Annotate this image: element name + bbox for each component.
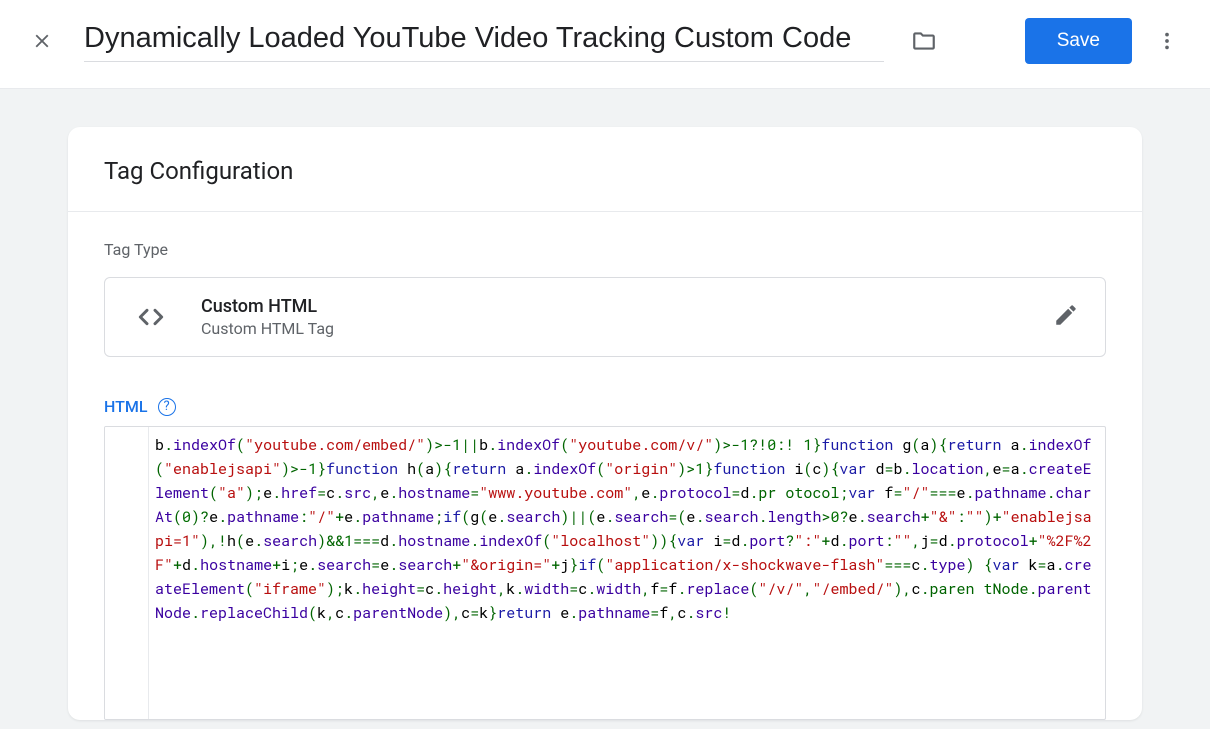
save-button[interactable]: Save	[1025, 18, 1132, 64]
editor-gutter	[105, 427, 149, 719]
folder-button[interactable]	[908, 25, 940, 57]
tag-name-input[interactable]	[84, 20, 884, 62]
code-icon	[131, 301, 171, 333]
editor-header: Save	[0, 0, 1210, 88]
help-icon: ?	[163, 399, 169, 414]
tag-type-desc: Custom HTML Tag	[201, 319, 1053, 338]
tag-type-label: Tag Type	[104, 240, 1106, 259]
close-icon	[31, 30, 53, 52]
html-code-editor[interactable]: b.indexOf("youtube.com/embed/")>-1||b.in…	[104, 426, 1106, 720]
code-content[interactable]: b.indexOf("youtube.com/embed/")>-1||b.in…	[149, 427, 1105, 719]
card-title: Tag Configuration	[68, 127, 1142, 212]
html-field-label: HTML	[104, 397, 148, 416]
help-button[interactable]: ?	[158, 398, 176, 416]
content-area: Tag Configuration Tag Type Custom HTML C…	[0, 89, 1210, 729]
folder-icon	[911, 28, 937, 54]
tag-type-selector[interactable]: Custom HTML Custom HTML Tag	[104, 277, 1106, 357]
more-vert-icon	[1156, 30, 1178, 52]
close-button[interactable]	[28, 27, 56, 55]
tag-config-card: Tag Configuration Tag Type Custom HTML C…	[68, 127, 1142, 720]
tag-type-name: Custom HTML	[201, 296, 1053, 317]
more-menu-button[interactable]	[1152, 26, 1182, 56]
edit-tag-type-button[interactable]	[1053, 302, 1079, 332]
pencil-icon	[1053, 302, 1079, 328]
